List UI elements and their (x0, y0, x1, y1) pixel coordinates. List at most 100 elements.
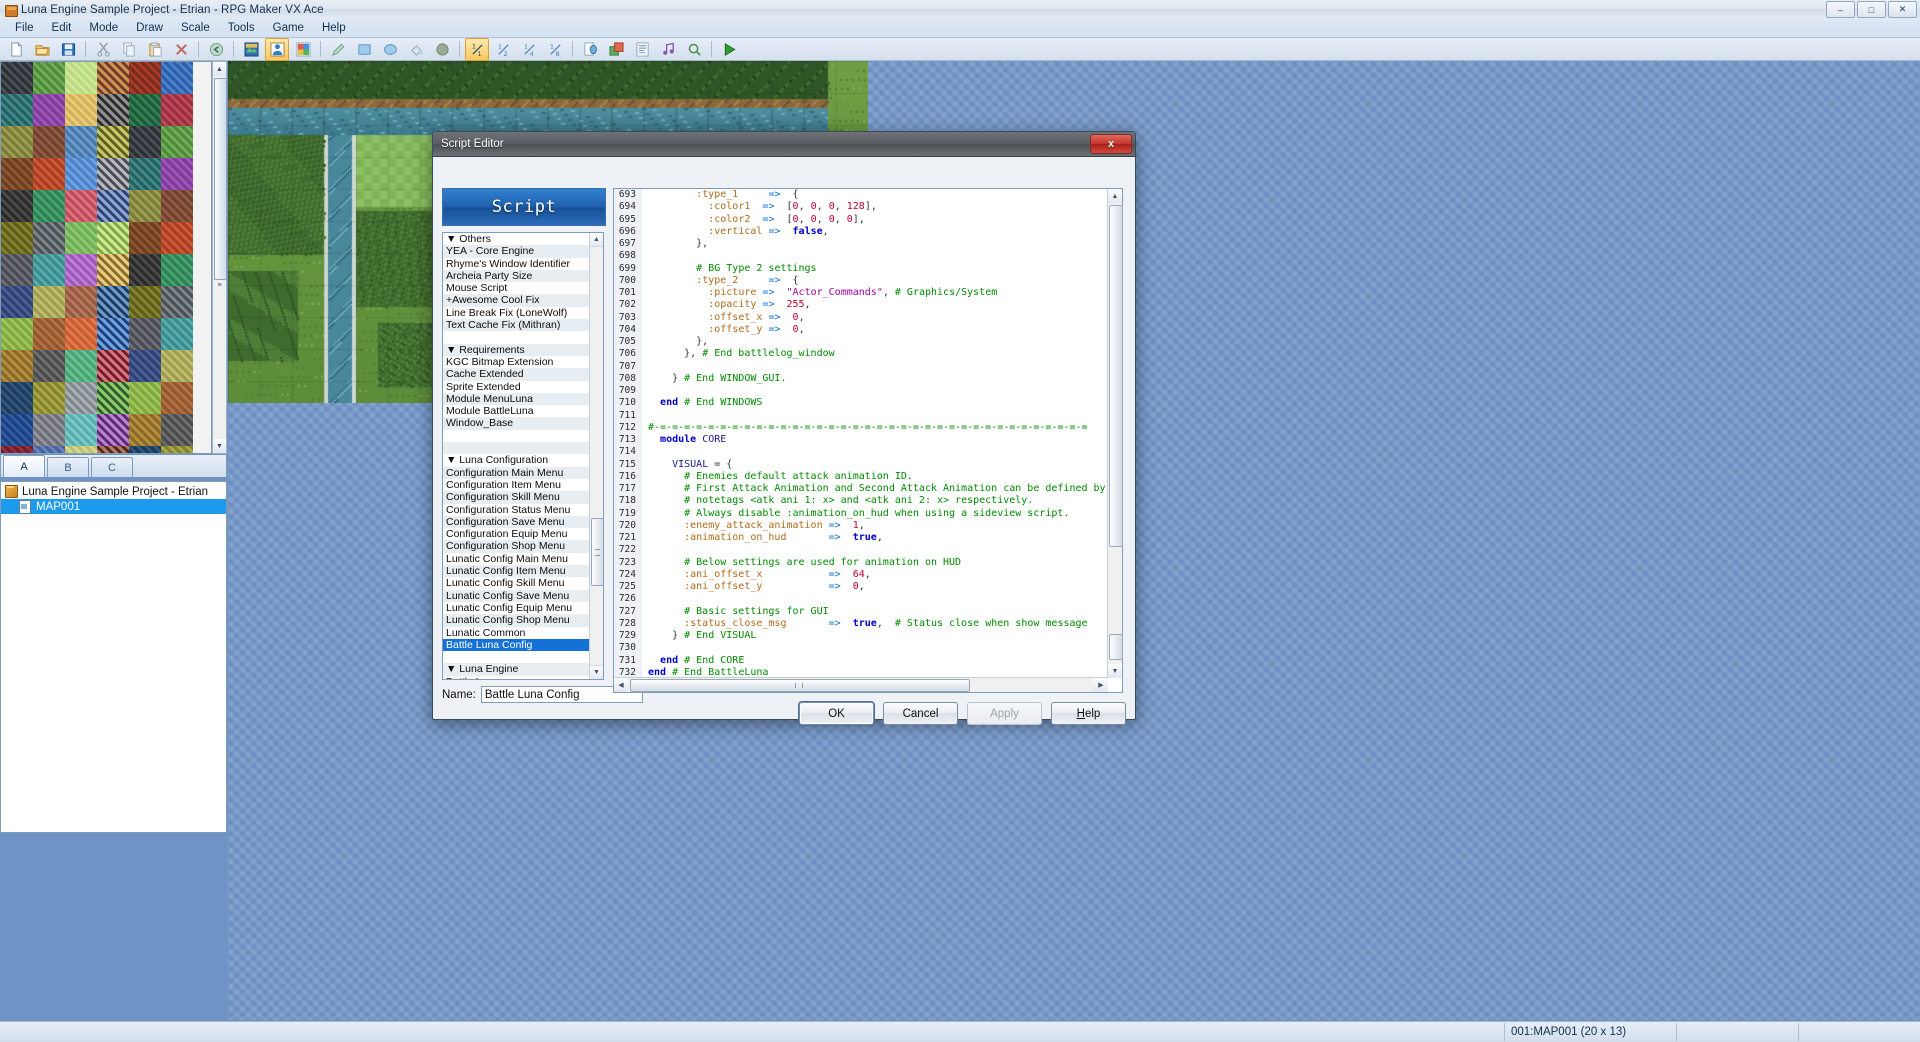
tileset-tile[interactable] (33, 158, 65, 190)
script-list-scroll-down[interactable]: ▼ (590, 665, 603, 679)
tileset-tile[interactable] (65, 414, 97, 446)
code-vertical-scrollbar[interactable]: ▲ ▼ (1107, 189, 1122, 678)
script-list-item[interactable]: Archeia Party Size (443, 270, 590, 282)
tileset-tile[interactable] (161, 382, 193, 414)
help-button[interactable]: Help (1051, 702, 1126, 725)
code-scroll-down[interactable]: ▼ (1108, 664, 1122, 678)
tileset-tile[interactable] (97, 94, 129, 126)
minimize-button[interactable]: – (1826, 1, 1855, 18)
code-line[interactable]: 711 (614, 410, 1108, 422)
code-line[interactable]: 703 :offset_x => 0, (614, 312, 1108, 324)
tileset-tile[interactable] (129, 62, 161, 94)
tileset-tile[interactable] (65, 350, 97, 382)
tileset-tile[interactable] (129, 350, 161, 382)
menu-game[interactable]: Game (264, 20, 313, 36)
script-list-item[interactable]: Module MenuLuna (443, 393, 590, 405)
tileset-tile[interactable] (33, 62, 65, 94)
tileset-tile[interactable] (33, 126, 65, 158)
tileset-tile[interactable] (161, 190, 193, 222)
tileset-tile[interactable] (161, 126, 193, 158)
menu-draw[interactable]: Draw (127, 20, 172, 36)
tileset-tile[interactable] (97, 446, 129, 454)
tileset-tile[interactable] (161, 94, 193, 126)
code-line[interactable]: 714 (614, 446, 1108, 458)
code-line[interactable]: 710 end # End WINDOWS (614, 397, 1108, 409)
script-list-header[interactable]: ▼ Luna Engine (443, 663, 590, 675)
script-list-item[interactable]: Configuration Shop Menu (443, 540, 590, 552)
region-mode-icon[interactable] (291, 38, 315, 61)
code-line[interactable]: 699 # BG Type 2 settings (614, 263, 1108, 275)
zoom-1-1-icon[interactable]: 11 (465, 38, 489, 61)
playtest-icon[interactable] (717, 38, 741, 61)
script-list-item[interactable]: Text Cache Fix (Mithran) (443, 319, 590, 331)
zoom-1-2-icon[interactable]: 12 (491, 38, 515, 61)
tileset-tile[interactable] (33, 318, 65, 350)
code-line[interactable]: 701 :picture => "Actor_Commands", # Grap… (614, 287, 1108, 299)
tileset-tile[interactable] (33, 222, 65, 254)
tileset-tile[interactable] (161, 62, 193, 94)
script-list-item[interactable]: Window_Base (443, 417, 590, 429)
code-line[interactable]: 693 :type_1 => { (614, 189, 1108, 201)
tileset-tile[interactable] (129, 158, 161, 190)
open-project-icon[interactable] (30, 38, 54, 61)
code-line[interactable]: 697 }, (614, 238, 1108, 250)
tileset-tile[interactable] (97, 350, 129, 382)
menu-help[interactable]: Help (313, 20, 355, 36)
script-list-item[interactable]: KGC Bitmap Extension (443, 356, 590, 368)
flood-fill-tool-icon[interactable] (404, 38, 428, 61)
code-line[interactable]: 705 }, (614, 336, 1108, 348)
script-list-header[interactable]: ▼ Luna Configuration (443, 454, 590, 466)
code-line[interactable]: 729 } # End VISUAL (614, 630, 1108, 642)
tileset-tile[interactable] (129, 190, 161, 222)
tileset-tile[interactable] (161, 254, 193, 286)
tileset-tile[interactable] (97, 62, 129, 94)
tileset-tile[interactable] (1, 190, 33, 222)
shadow-pen-tool-icon[interactable] (430, 38, 454, 61)
tileset-tile[interactable] (161, 318, 193, 350)
tileset-tile[interactable] (65, 446, 97, 454)
code-editor[interactable]: 693 :type_1 => {694 :color1 => [0, 0, 0,… (613, 188, 1123, 693)
code-hscroll-thumb[interactable] (630, 679, 970, 692)
code-line[interactable]: 702 :opacity => 255, (614, 299, 1108, 311)
tileset-tile[interactable] (65, 126, 97, 158)
cut-icon[interactable] (91, 38, 115, 61)
tileset-tile[interactable] (1, 414, 33, 446)
script-list-item[interactable]: Configuration Main Menu (443, 467, 590, 479)
tileset-tile[interactable] (65, 190, 97, 222)
tileset-tile[interactable] (1, 222, 33, 254)
sound-test-icon[interactable] (656, 38, 680, 61)
menu-scale[interactable]: Scale (172, 20, 219, 36)
script-list-item[interactable]: Configuration Save Menu (443, 516, 590, 528)
tileset-tile[interactable] (129, 286, 161, 318)
tileset-palette[interactable] (0, 61, 212, 454)
code-vscroll-thumb-lower[interactable] (1109, 634, 1123, 660)
save-project-icon[interactable] (56, 38, 80, 61)
code-lines[interactable]: 693 :type_1 => {694 :color1 => [0, 0, 0,… (614, 189, 1108, 678)
tileset-tab-a[interactable]: A (3, 455, 45, 477)
code-line[interactable]: 727 # Basic settings for GUI (614, 606, 1108, 618)
tileset-tile[interactable] (1, 382, 33, 414)
tileset-tile[interactable] (65, 94, 97, 126)
code-line[interactable]: 723 # Below settings are used for animat… (614, 557, 1108, 569)
tileset-tile[interactable] (33, 190, 65, 222)
map-mode-icon[interactable] (239, 38, 263, 61)
script-list-item[interactable]: Lunatic Config Shop Menu (443, 614, 590, 626)
script-list-thumb[interactable] (591, 518, 604, 586)
undo-icon[interactable] (204, 38, 228, 61)
tileset-tile[interactable] (161, 350, 193, 382)
code-line[interactable]: 724 :ani_offset_x => 64, (614, 569, 1108, 581)
tileset-tab-c[interactable]: C (91, 457, 133, 477)
script-list-item[interactable]: Configuration Item Menu (443, 479, 590, 491)
event-search-icon[interactable] (682, 38, 706, 61)
code-line[interactable]: 712#-=-=-=-=-=-=-=-=-=-=-=-=-=-=-=-=-=-=… (614, 422, 1108, 434)
tileset-tile[interactable] (161, 222, 193, 254)
paste-icon[interactable] (143, 38, 167, 61)
code-line[interactable]: 695 :color2 => [0, 0, 0, 0], (614, 214, 1108, 226)
code-line[interactable]: 694 :color1 => [0, 0, 0, 128], (614, 201, 1108, 213)
script-list-item[interactable]: Cache Extended (443, 368, 590, 380)
tileset-tile[interactable] (97, 158, 129, 190)
script-list-item[interactable]: Configuration Skill Menu (443, 491, 590, 503)
tileset-tab-b[interactable]: B (47, 457, 89, 477)
tileset-tile[interactable] (33, 446, 65, 454)
tileset-tile[interactable] (1, 62, 33, 94)
